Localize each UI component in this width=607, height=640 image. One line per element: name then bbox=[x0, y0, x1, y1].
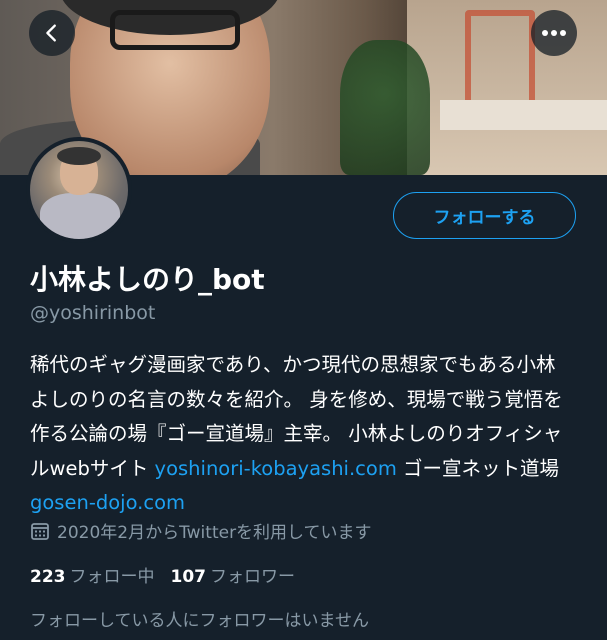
profile-avatar[interactable] bbox=[26, 137, 132, 243]
following-count: 223 bbox=[30, 567, 66, 587]
display-name: 小林よしのり_bot bbox=[30, 263, 265, 296]
followers-stat[interactable]: 107 フォロワー bbox=[171, 562, 296, 587]
calendar-icon bbox=[31, 522, 49, 540]
follow-button[interactable]: フォローする bbox=[393, 192, 576, 239]
avatar-hair bbox=[57, 147, 101, 165]
bio-link-website[interactable]: yoshinori-kobayashi.com bbox=[155, 457, 397, 480]
bio-link-dojo[interactable]: gosen-dojo.com bbox=[30, 491, 185, 514]
chevron-left-icon bbox=[46, 24, 56, 42]
profile-bio: 稀代のギャグ漫画家であり、かつ現代の思想家でもある小林よしのりの名言の数々を紹介… bbox=[30, 348, 575, 521]
followers-count: 107 bbox=[170, 567, 207, 587]
banner-frame bbox=[465, 10, 535, 110]
follow-stats: 223 フォロー中 107 フォロワー bbox=[30, 562, 295, 587]
banner-plant bbox=[340, 40, 430, 175]
bio-text-middle: ゴー宣ネット道場 bbox=[396, 456, 560, 480]
join-date: 2020年2月からTwitterを利用しています bbox=[30, 518, 372, 543]
avatar-body bbox=[40, 193, 120, 239]
more-options-button[interactable] bbox=[531, 10, 577, 56]
following-stat[interactable]: 223 フォロー中 bbox=[30, 562, 155, 587]
banner-glasses bbox=[110, 10, 240, 50]
join-date-text: 2020年2月からTwitterを利用しています bbox=[57, 523, 372, 543]
user-handle: @yoshirinbot bbox=[30, 302, 156, 324]
back-button[interactable] bbox=[29, 10, 75, 56]
mutual-followers-note: フォローしている人にフォロワーはいません bbox=[30, 611, 369, 631]
followers-label: フォロワー bbox=[210, 567, 295, 587]
ellipsis-icon bbox=[542, 30, 566, 36]
banner-shelf bbox=[440, 100, 607, 130]
following-label: フォロー中 bbox=[69, 567, 155, 587]
